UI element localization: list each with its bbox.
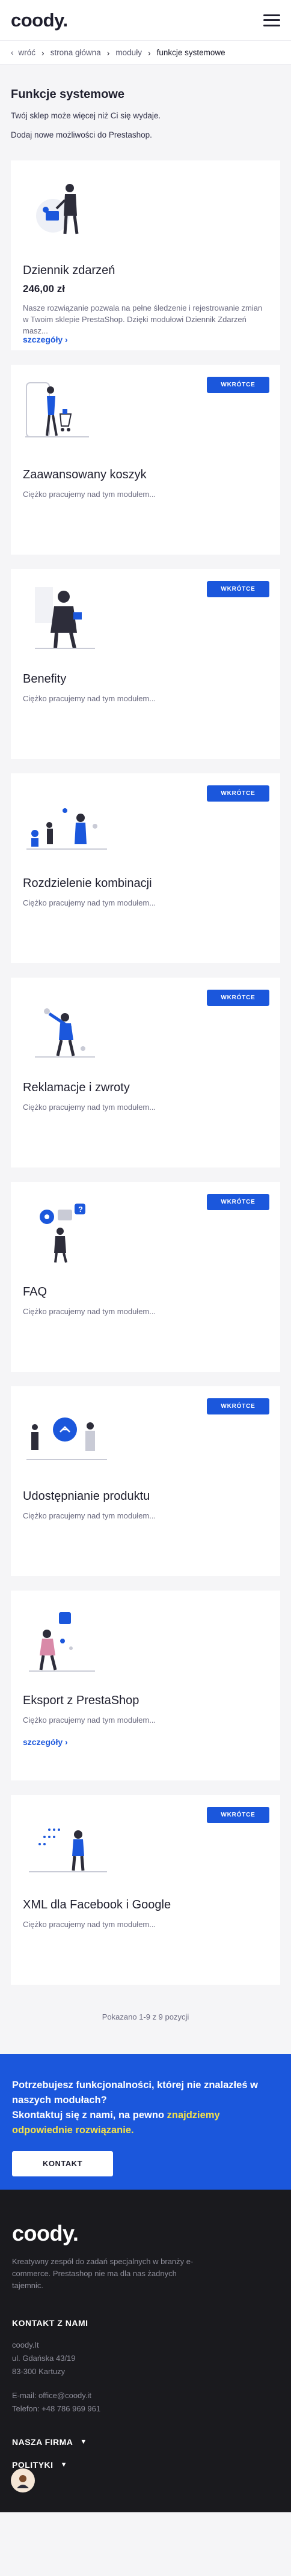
chevron-left-icon: ‹ xyxy=(11,48,14,57)
breadcrumb-modules[interactable]: moduły xyxy=(115,48,142,57)
page-title: Funkcje systemowe xyxy=(11,88,124,101)
intro-line: Dodaj nowe możliwości do Prestashop. xyxy=(11,130,152,139)
share-illustration xyxy=(26,1417,107,1460)
module-description: Ciężko pracujemy nad tym modułem... xyxy=(23,694,156,703)
details-link[interactable]: szczegóły › xyxy=(23,1737,68,1747)
coming-soon-badge: WKRÓTCE xyxy=(207,1807,269,1823)
coming-soon-badge: WKRÓTCE xyxy=(207,1194,269,1210)
module-title[interactable]: Eksport z PrestaShop xyxy=(23,1694,139,1708)
cta-question: Potrzebujesz funkcjonalności, której nie… xyxy=(12,2080,258,2106)
module-card[interactable]: WKRÓTCE Reklamacje i zwroty Ciężko pracu… xyxy=(11,978,280,1168)
module-title[interactable]: XML dla Facebook i Google xyxy=(23,1898,171,1912)
chevron-right-icon: › xyxy=(106,47,110,58)
module-card[interactable]: WKRÓTCE Benefity Ciężko pracujemy nad ty… xyxy=(11,569,280,759)
chevron-down-icon: ▼ xyxy=(80,2438,87,2446)
module-card[interactable]: WKRÓTCE Rozdzielenie kombinacji Ciężko p… xyxy=(11,773,280,963)
policies-section-toggle[interactable]: POLITYKI ▼ xyxy=(12,2460,279,2470)
footer-logo[interactable]: coody. xyxy=(12,2221,279,2246)
module-card[interactable]: ? WKRÓTCE FAQ Ciężko pracujemy nad tym m… xyxy=(11,1182,280,1372)
menu-icon[interactable] xyxy=(263,14,280,26)
pagination-summary: Pokazano 1-9 z 9 pozycji xyxy=(102,2012,189,2021)
company-section-label: NASZA FIRMA xyxy=(12,2437,73,2447)
module-description: Ciężko pracujemy nad tym modułem... xyxy=(23,1716,156,1725)
module-description: Ciężko pracujemy nad tym modułem... xyxy=(23,1920,156,1929)
module-title[interactable]: Zaawansowany koszyk xyxy=(23,468,147,482)
coming-soon-badge: WKRÓTCE xyxy=(207,990,269,1006)
phone-link[interactable]: Telefon: +48 786 969 961 xyxy=(12,2402,279,2416)
module-description: Nasze rozwiązanie pozwala na pełne śledz… xyxy=(23,303,263,335)
coming-soon-badge: WKRÓTCE xyxy=(207,377,269,393)
intro-line: Twój sklep może więcej niż Ci się wydaje… xyxy=(11,111,161,120)
module-title[interactable]: Benefity xyxy=(23,672,66,686)
chevron-right-icon: › xyxy=(147,47,151,58)
event-log-illustration xyxy=(36,184,79,234)
coming-soon-badge: WKRÓTCE xyxy=(207,581,269,597)
module-price: 246,00 zł xyxy=(23,283,65,294)
module-card[interactable]: WKRÓTCE Zaawansowany koszyk Ciężko pracu… xyxy=(11,365,280,555)
module-card[interactable]: WKRÓTCE Udostępnianie produktu Ciężko pr… xyxy=(11,1386,280,1576)
module-title[interactable]: Dziennik zdarzeń xyxy=(23,264,115,278)
module-description: Ciężko pracujemy nad tym modułem... xyxy=(23,1511,156,1520)
company-section-toggle[interactable]: NASZA FIRMA ▼ xyxy=(12,2437,279,2447)
intro: Funkcje systemowe Twój sklep może więcej… xyxy=(0,65,291,160)
export-illustration xyxy=(29,1612,95,1672)
logo[interactable]: coody. xyxy=(11,10,68,31)
module-card[interactable]: WKRÓTCE XML dla Facebook i Google Ciężko… xyxy=(11,1795,280,1985)
cta-invite: Skontaktuj się z nami, na pewno xyxy=(12,2110,167,2121)
contact-cta: Potrzebujesz funkcjonalności, której nie… xyxy=(0,2054,291,2190)
contact-heading: KONTAKT Z NAMI xyxy=(12,2318,88,2328)
breadcrumb-current: funkcje systemowe xyxy=(156,48,225,57)
address-city: 83-300 Kartuzy xyxy=(12,2367,66,2376)
module-card[interactable]: Dziennik zdarzeń 246,00 zł Nasze rozwiąz… xyxy=(11,160,280,350)
footer-description: Kreatywny zespół do zadań specjalnych w … xyxy=(12,2257,194,2290)
svg-text:?: ? xyxy=(78,1205,83,1214)
xml-feed-illustration xyxy=(29,1828,107,1872)
module-title[interactable]: Udostępnianie produktu xyxy=(23,1490,150,1503)
module-description: Ciężko pracujemy nad tym modułem... xyxy=(23,1103,156,1112)
site-header: coody. xyxy=(0,0,291,41)
back-link[interactable]: wróć xyxy=(19,48,36,57)
cart-illustration xyxy=(25,382,89,437)
returns-illustration xyxy=(35,1008,95,1058)
module-title[interactable]: FAQ xyxy=(23,1285,47,1299)
module-card[interactable]: Eksport z PrestaShop Ciężko pracujemy na… xyxy=(11,1591,280,1780)
details-link[interactable]: szczegóły › xyxy=(23,335,68,344)
benefits-illustration xyxy=(35,587,95,649)
breadcrumb-home[interactable]: strona główna xyxy=(51,48,101,57)
coming-soon-badge: WKRÓTCE xyxy=(207,785,269,802)
combinations-illustration xyxy=(26,808,107,850)
site-footer: coody. Kreatywny zespół do zadań specjal… xyxy=(0,2190,291,2512)
module-list: Dziennik zdarzeń 246,00 zł Nasze rozwiąz… xyxy=(0,160,291,1985)
breadcrumb: ‹ wróć › strona główna › moduły › funkcj… xyxy=(0,41,291,65)
cta-text: Potrzebujesz funkcjonalności, której nie… xyxy=(12,2078,279,2138)
coming-soon-badge: WKRÓTCE xyxy=(207,1398,269,1414)
address-street: ul. Gdańska 43/19 xyxy=(12,2354,76,2363)
module-title[interactable]: Reklamacje i zwroty xyxy=(23,1081,130,1095)
module-description: Ciężko pracujemy nad tym modułem... xyxy=(23,490,156,499)
email-link[interactable]: E-mail: office@coody.it xyxy=(12,2389,279,2402)
avatar xyxy=(17,2475,29,2488)
contact-button[interactable]: KONTAKT xyxy=(12,2151,113,2176)
chat-avatar-icon[interactable] xyxy=(11,2468,35,2492)
module-description: Ciężko pracujemy nad tym modułem... xyxy=(23,898,156,907)
chevron-down-icon: ▼ xyxy=(60,2461,67,2468)
module-title[interactable]: Rozdzielenie kombinacji xyxy=(23,877,152,891)
faq-illustration: ? xyxy=(40,1204,85,1263)
policies-section-label: POLITYKI xyxy=(12,2460,54,2470)
company-name: coody.It xyxy=(12,2340,39,2349)
chevron-right-icon: › xyxy=(41,47,44,58)
module-description: Ciężko pracujemy nad tym modułem... xyxy=(23,1307,156,1316)
